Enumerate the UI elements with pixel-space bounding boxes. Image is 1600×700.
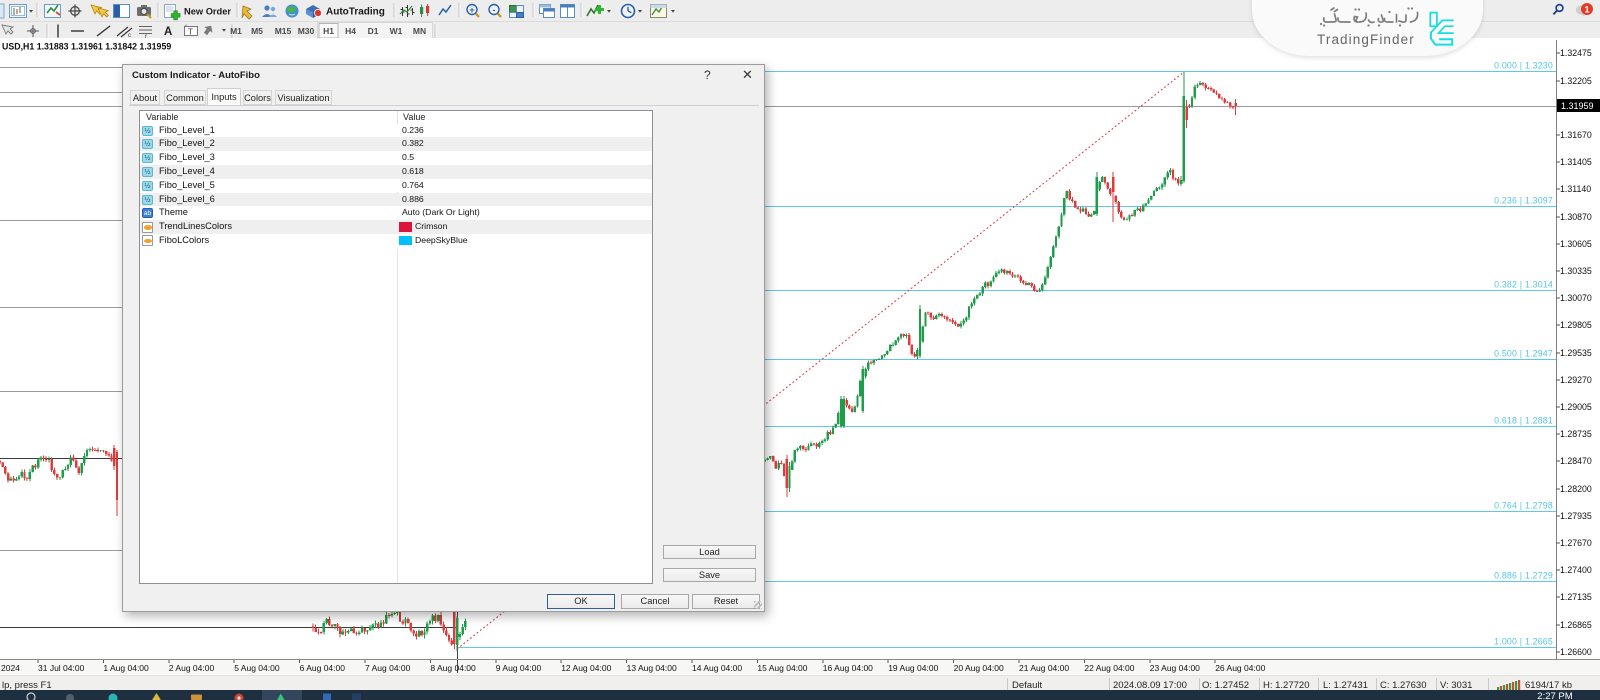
svg-text:0.886 | 1.2729: 0.886 | 1.2729	[1494, 571, 1553, 581]
svg-text:1.31670: 1.31670	[1560, 130, 1592, 140]
svg-text:MN: MN	[413, 26, 426, 36]
svg-text:12 Aug 04:00: 12 Aug 04:00	[561, 663, 611, 673]
svg-text:1.29805: 1.29805	[1560, 320, 1592, 330]
svg-text:0.236 | 1.3097: 0.236 | 1.3097	[1494, 196, 1553, 206]
svg-text:T: T	[188, 28, 193, 37]
svg-text:1.26600: 1.26600	[1560, 647, 1592, 657]
svg-text:1: 1	[1584, 4, 1589, 14]
svg-text:TradingFinder: TradingFinder	[1317, 32, 1415, 47]
svg-text:+: +	[469, 5, 474, 15]
svg-text:1.30605: 1.30605	[1560, 239, 1592, 249]
svg-text:1 Aug 04:00: 1 Aug 04:00	[103, 663, 149, 673]
svg-text:8 Aug 04:00: 8 Aug 04:00	[430, 663, 476, 673]
svg-text:1.31405: 1.31405	[1560, 157, 1592, 167]
svg-text:0.618 | 1.2881: 0.618 | 1.2881	[1494, 416, 1553, 426]
svg-text:M30: M30	[298, 26, 315, 36]
svg-text:1.26865: 1.26865	[1560, 620, 1592, 630]
svg-text:1.29270: 1.29270	[1560, 375, 1592, 385]
svg-text:H1: H1	[323, 26, 334, 36]
svg-text:1.28200: 1.28200	[1560, 484, 1592, 494]
svg-text:1.30870: 1.30870	[1560, 212, 1592, 222]
svg-text:9 Aug 04:00: 9 Aug 04:00	[496, 663, 542, 673]
svg-text:1.30070: 1.30070	[1560, 293, 1592, 303]
svg-text:2 Aug 04:00: 2 Aug 04:00	[169, 663, 215, 673]
svg-text:A: A	[164, 26, 172, 38]
svg-text:1.27935: 1.27935	[1560, 511, 1592, 521]
svg-text:31 Jul 04:00: 31 Jul 04:00	[38, 663, 85, 673]
svg-text:15 Aug 04:00: 15 Aug 04:00	[757, 663, 807, 673]
svg-text:M1: M1	[230, 26, 242, 36]
svg-text:19 Aug 04:00: 19 Aug 04:00	[888, 663, 938, 673]
svg-text:1.28735: 1.28735	[1560, 429, 1592, 439]
svg-text:1.27670: 1.27670	[1560, 538, 1592, 548]
svg-text:0.382 | 1.3014: 0.382 | 1.3014	[1494, 280, 1553, 290]
svg-text:6 Aug 04:00: 6 Aug 04:00	[300, 663, 346, 673]
svg-text:1.27400: 1.27400	[1560, 565, 1592, 575]
svg-text:New Order: New Order	[184, 7, 231, 17]
svg-text:23 Aug 04:00: 23 Aug 04:00	[1150, 663, 1200, 673]
svg-text:16 Aug 04:00: 16 Aug 04:00	[823, 663, 873, 673]
svg-text:0.764 | 1.2798: 0.764 | 1.2798	[1494, 501, 1553, 511]
svg-text:1.27135: 1.27135	[1560, 592, 1592, 602]
svg-text:1.32475: 1.32475	[1560, 48, 1592, 58]
svg-text:5 Aug 04:00: 5 Aug 04:00	[234, 663, 280, 673]
svg-text:-: -	[493, 5, 496, 15]
svg-text:M5: M5	[251, 26, 263, 36]
svg-text:USD,H1 1.31883 1.31961 1.31842: USD,H1 1.31883 1.31961 1.31842 1.31959	[2, 42, 171, 52]
svg-text:1.000 | 1.2665: 1.000 | 1.2665	[1494, 637, 1553, 647]
svg-text:M15: M15	[275, 26, 292, 36]
svg-text:1.30335: 1.30335	[1560, 266, 1592, 276]
svg-text:1.31140: 1.31140	[1560, 184, 1591, 194]
svg-text:0.500 | 1.2947: 0.500 | 1.2947	[1494, 349, 1553, 359]
svg-text:0.000 | 1.3230: 0.000 | 1.3230	[1494, 61, 1553, 71]
svg-text:AutoTrading: AutoTrading	[326, 7, 385, 18]
svg-text:1.29535: 1.29535	[1560, 348, 1592, 358]
svg-text:1.31959: 1.31959	[1561, 101, 1594, 111]
svg-text:22 Aug 04:00: 22 Aug 04:00	[1084, 663, 1134, 673]
svg-text:2024: 2024	[1, 663, 20, 673]
svg-text:7 Aug 04:00: 7 Aug 04:00	[365, 663, 411, 673]
svg-text:1.29005: 1.29005	[1560, 402, 1592, 412]
svg-text:26 Aug 04:00: 26 Aug 04:00	[1215, 663, 1265, 673]
svg-text:20 Aug 04:00: 20 Aug 04:00	[954, 663, 1004, 673]
svg-text:H4: H4	[345, 26, 356, 36]
svg-text:2:27 PM: 2:27 PM	[1537, 691, 1572, 700]
svg-text:21 Aug 04:00: 21 Aug 04:00	[1019, 663, 1069, 673]
svg-text:D1: D1	[368, 26, 379, 36]
svg-text:13 Aug 04:00: 13 Aug 04:00	[627, 663, 677, 673]
svg-text:1.28470: 1.28470	[1560, 456, 1592, 466]
svg-text:14 Aug 04:00: 14 Aug 04:00	[692, 663, 742, 673]
svg-text:W1: W1	[390, 26, 403, 36]
svg-text:1.32205: 1.32205	[1560, 76, 1592, 86]
